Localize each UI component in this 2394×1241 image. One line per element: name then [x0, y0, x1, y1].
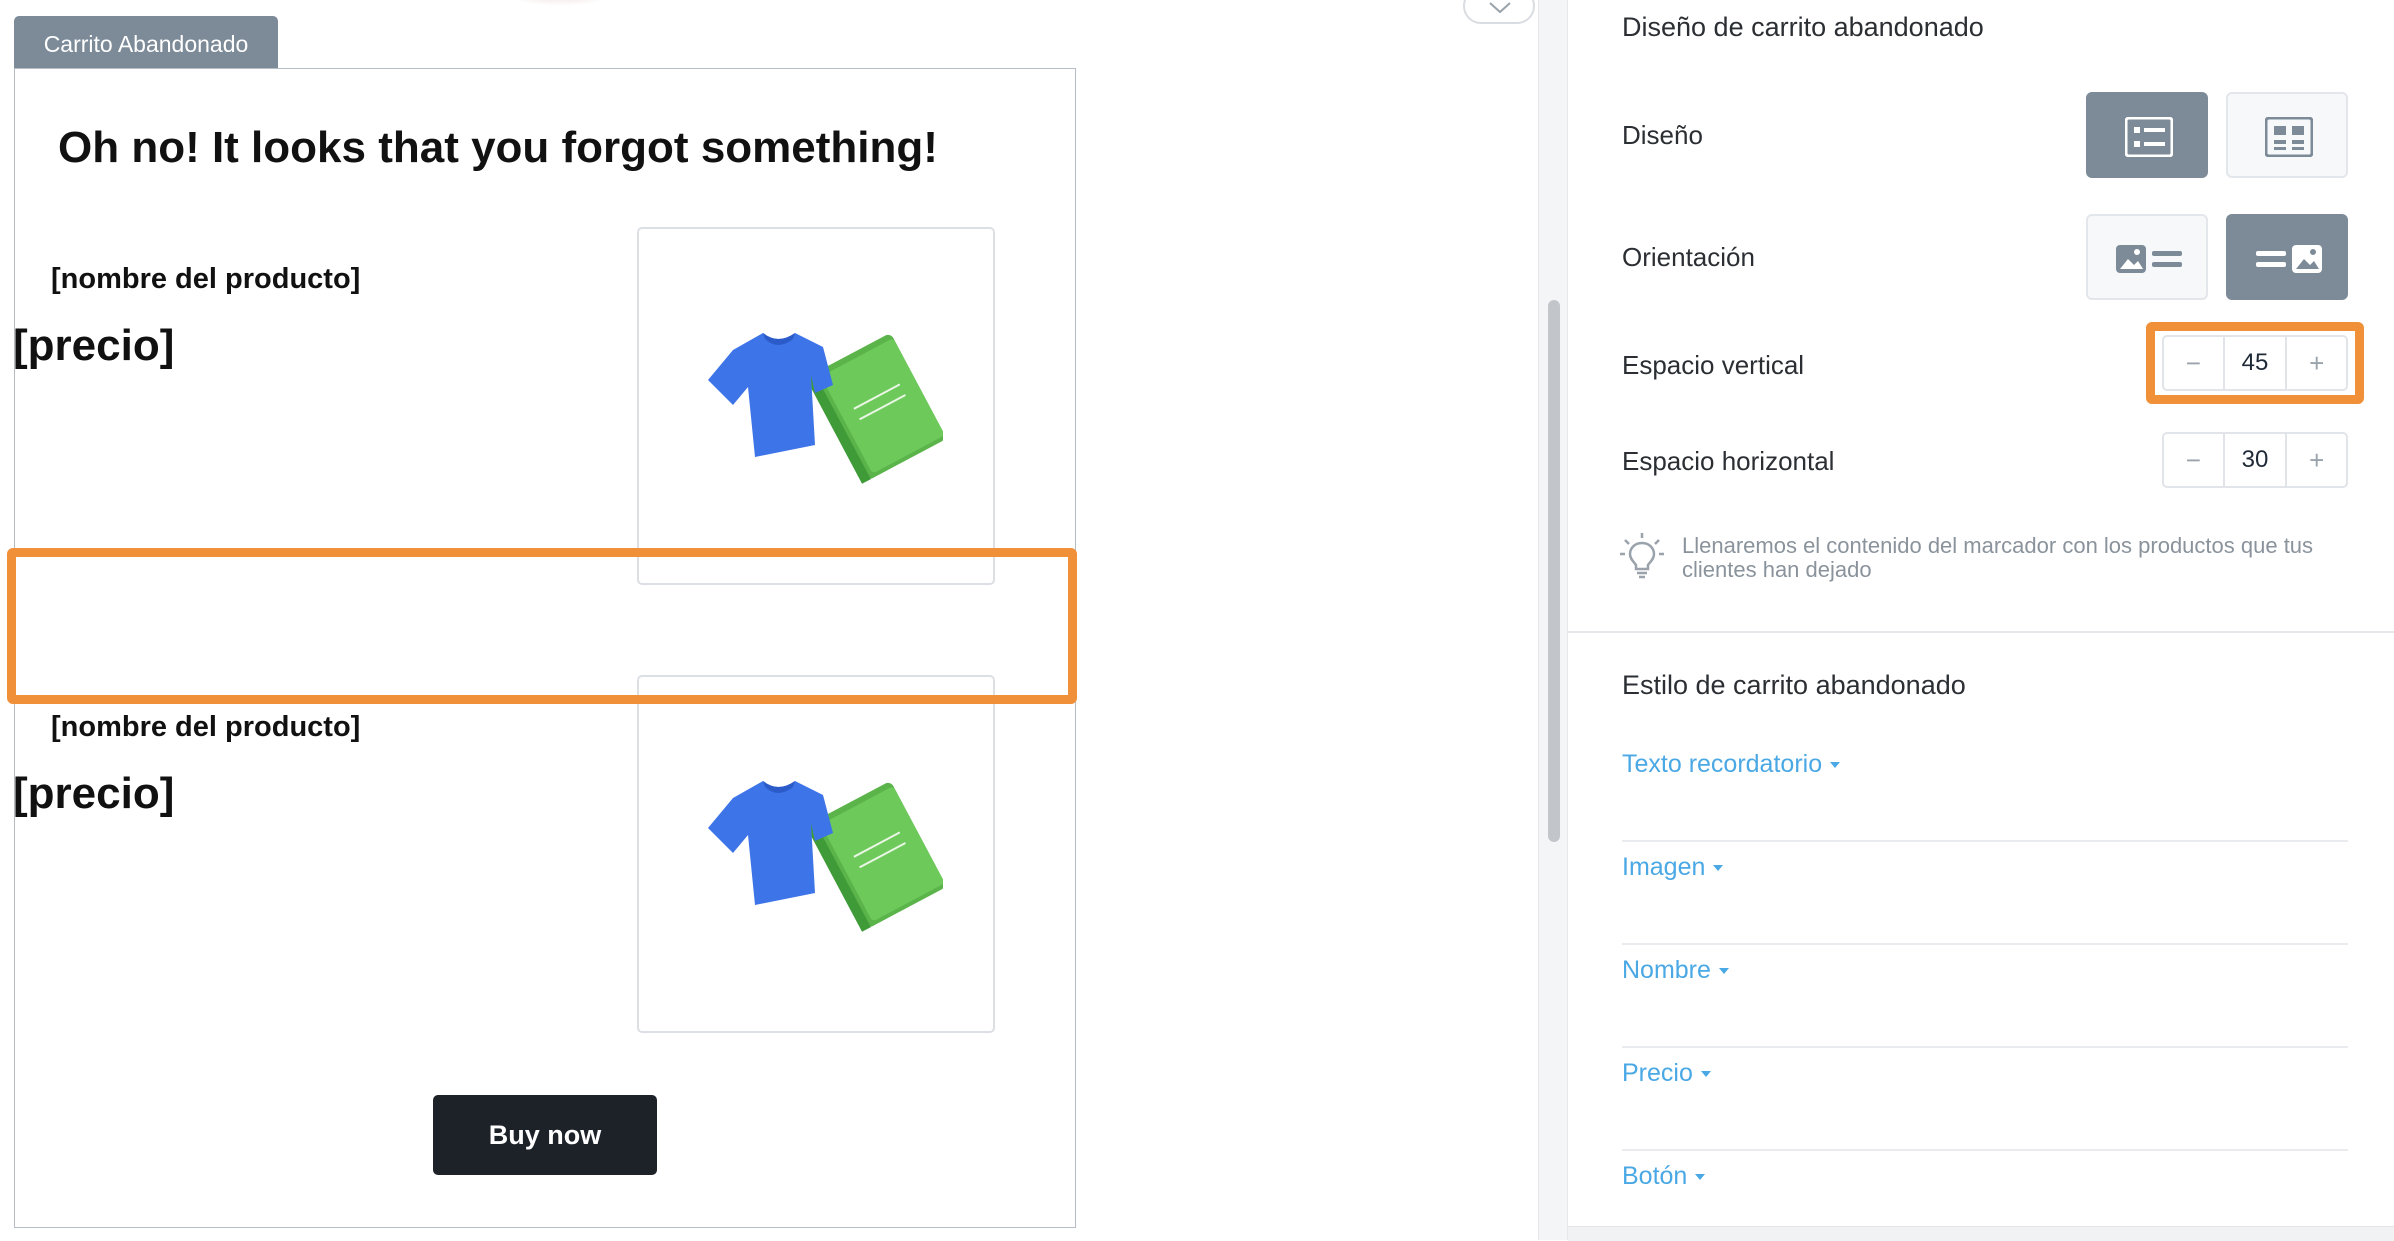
layout-label: Diseño — [1622, 120, 1703, 150]
caret-down-icon — [1695, 1174, 1706, 1181]
horizontal-spacing-decrement[interactable]: − — [2164, 434, 2223, 486]
horizontal-spacing-stepper[interactable]: − 30 + — [2162, 432, 2348, 488]
product-placeholder-icon — [708, 333, 943, 484]
style-section-title: Estilo de carrito abandonado — [1622, 670, 1966, 700]
buy-now-button[interactable]: Buy now — [433, 1095, 657, 1175]
orientation-option-image-right[interactable] — [2226, 214, 2348, 300]
product-image[interactable] — [637, 227, 995, 585]
product-price: [precio] — [13, 769, 175, 818]
list-layout-icon — [2125, 117, 2173, 157]
layout-option-list[interactable] — [2086, 92, 2208, 178]
scroll-thumb[interactable] — [1548, 300, 1560, 842]
product-placeholder-icon — [708, 781, 943, 932]
preview-scrollbar[interactable] — [1538, 0, 1567, 1240]
product-name: [nombre del producto] — [51, 711, 361, 743]
product-row[interactable]: [nombre del producto] [precio] — [13, 675, 1075, 1035]
caret-down-icon — [1700, 1071, 1711, 1078]
lightbulb-icon — [1620, 533, 1664, 579]
image-left-icon — [2116, 245, 2182, 273]
product-image[interactable] — [637, 675, 995, 1033]
product-price: [precio] — [13, 321, 175, 370]
accordion-label: Imagen — [1622, 853, 1724, 882]
settings-panel: Diseño de carrito abandonado Diseño Orie… — [1567, 0, 2394, 1241]
product-name: [nombre del producto] — [51, 263, 361, 295]
orientation-label: Orientación — [1622, 242, 1755, 272]
block-tag[interactable]: Carrito Abandonado — [14, 16, 278, 69]
vertical-spacing-decrement[interactable]: − — [2164, 337, 2223, 389]
caret-down-icon — [1830, 762, 1841, 769]
horizontal-spacing-value[interactable]: 30 — [2222, 434, 2288, 486]
grid-layout-icon — [2265, 117, 2313, 157]
accordion-label: Texto recordatorio — [1622, 750, 1841, 779]
accordion-name[interactable]: Nombre — [1622, 946, 2348, 1048]
abandoned-cart-block[interactable]: Oh no! It looks that you forgot somethin… — [13, 68, 1076, 1228]
vertical-spacing-value[interactable]: 45 — [2222, 337, 2288, 389]
caret-down-icon — [1718, 968, 1729, 975]
chevron-down-icon — [1489, 2, 1511, 14]
toolbar-shadow — [500, 0, 620, 6]
caret-down-icon — [1713, 865, 1724, 872]
panel-bottom-bar — [1568, 1226, 2394, 1241]
horizontal-spacing-label: Espacio horizontal — [1622, 446, 1835, 476]
accordion-button[interactable]: Botón — [1622, 1152, 2348, 1222]
design-section-title: Diseño de carrito abandonado — [1622, 12, 1984, 42]
email-heading: Oh no! It looks that you forgot somethin… — [58, 123, 938, 172]
accordion-reminder-text[interactable]: Texto recordatorio — [1622, 740, 2348, 842]
collapse-toggle[interactable] — [1463, 0, 1535, 24]
accordion-label: Precio — [1622, 1059, 1711, 1088]
accordion-price[interactable]: Precio — [1622, 1049, 2348, 1151]
vertical-spacing-increment[interactable]: + — [2287, 337, 2346, 389]
email-preview-area: Carrito Abandonado Oh no! It looks that … — [0, 0, 1538, 1240]
tip-text: Llenaremos el contenido del marcador con… — [1682, 533, 2314, 582]
section-divider — [1568, 631, 2394, 633]
accordion-image[interactable]: Imagen — [1622, 843, 2348, 945]
accordion-label: Botón — [1622, 1162, 1706, 1191]
vertical-spacing-label: Espacio vertical — [1622, 350, 1805, 380]
orientation-option-image-left[interactable] — [2086, 214, 2208, 300]
image-right-icon — [2256, 245, 2322, 273]
vertical-spacing-stepper[interactable]: − 45 + — [2162, 335, 2348, 391]
accordion-label: Nombre — [1622, 956, 1729, 985]
horizontal-spacing-increment[interactable]: + — [2287, 434, 2346, 486]
product-row[interactable]: [nombre del producto] [precio] — [13, 227, 1075, 587]
layout-option-grid[interactable] — [2226, 92, 2348, 178]
